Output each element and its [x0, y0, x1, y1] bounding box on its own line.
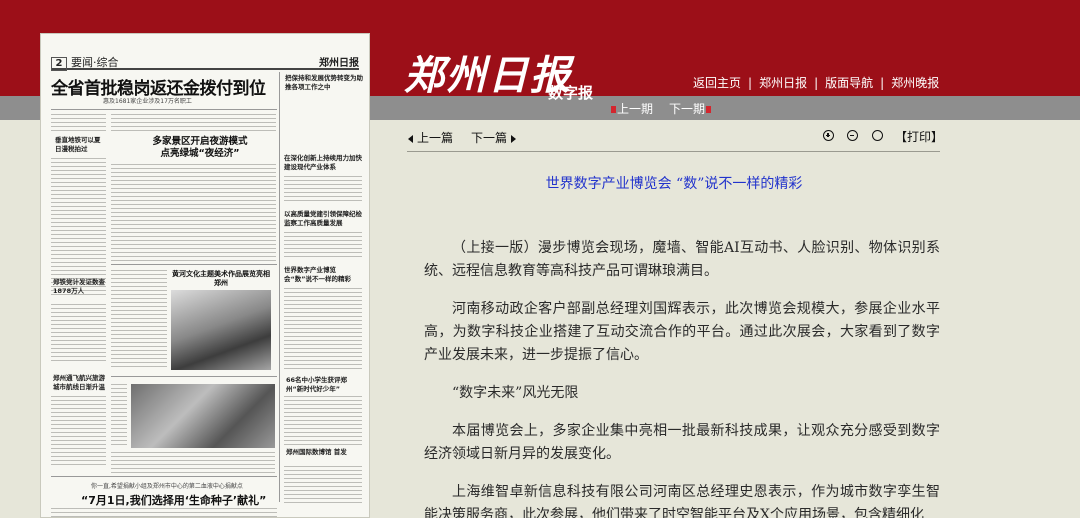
page-section: 要闻·综合 [71, 56, 119, 69]
text-block [284, 288, 362, 370]
text-block [111, 164, 276, 262]
text-block [111, 384, 127, 448]
article-headline[interactable]: 多家景区开启夜游模式 点亮绿城“夜经济” [125, 136, 275, 160]
side-headline[interactable]: 把保持和发展优势转变为助推各项工作之中 [285, 74, 363, 92]
zoom-reset-icon[interactable] [872, 130, 883, 141]
nav-separator: | [814, 76, 819, 90]
text-block [51, 508, 277, 517]
article-headline[interactable]: 66名中小学生获评郑州“新时代好少年” [286, 376, 364, 394]
nav-zzrb-link[interactable]: 郑州日报 [759, 76, 807, 90]
text-block [284, 466, 362, 506]
article-title: 世界数字产业博览会 “数”说不一样的精彩 [545, 176, 803, 192]
site-logo[interactable]: 郑州日报 [404, 52, 572, 100]
text-block [111, 270, 167, 370]
article-body: （上接一版）漫步博览会现场，魔墙、智能AI互动书、人脸识别、物体识别系统、远程信… [424, 237, 940, 518]
text-block [284, 176, 362, 204]
nav-separator: | [748, 76, 753, 90]
article-paragraph: （上接一版）漫步博览会现场，魔墙、智能AI互动书、人脸识别、物体识别系统、远程信… [424, 240, 940, 279]
article-headline[interactable]: 垂直地铁可以夏日漫税拍过 [55, 136, 105, 154]
print-button[interactable]: 【打印】 [895, 128, 943, 145]
article-headline[interactable]: 世界数字产业博览会“数”说不一样的精彩 [284, 266, 364, 284]
next-article-link[interactable]: 下一篇 [471, 129, 517, 146]
column-rule [279, 72, 280, 502]
prev-article-link[interactable]: 上一篇 [408, 129, 453, 146]
article-paragraph: 上海维智卓新信息科技有限公司河南区总经理史恩表示，作为城市数字孪生智能决策服务商… [424, 484, 940, 518]
prev-issue-label: 上一期 [617, 102, 654, 116]
article-paragraph: 河南移动政企客户部副总经理刘国辉表示，此次博览会规模大，参展企业水平高，为数字科… [424, 301, 940, 363]
section-rule [111, 376, 277, 377]
next-article-label: 下一篇 [471, 131, 508, 145]
text-block [111, 452, 275, 474]
triangle-right-icon [511, 134, 517, 143]
top-navigation: 返回主页 | 郑州日报 | 版面导航 | 郑州晚报 [693, 74, 939, 91]
prev-issue-link[interactable]: 上一期 [610, 100, 653, 117]
section-rule [111, 264, 277, 265]
text-block [51, 114, 106, 132]
page-brand: 郑州日报 [319, 58, 359, 69]
article-headline[interactable]: 在深化创新上持续用力加快建设现代产业体系 [284, 154, 364, 172]
bottom-article-headline[interactable]: “7月1日,我们选择用‘生命种子’献礼” [81, 492, 266, 508]
text-block [51, 304, 106, 364]
section-rule [51, 476, 277, 477]
toolbar-divider [407, 151, 940, 152]
text-block [284, 232, 362, 258]
triangle-left-icon [408, 134, 413, 143]
page-header: 2 要闻·综合 郑州日报 [51, 54, 359, 71]
nav-home-link[interactable]: 返回主页 [693, 76, 741, 90]
prev-article-label: 上一篇 [417, 131, 454, 145]
newspaper-page-thumbnail[interactable]: 2 要闻·综合 郑州日报 全省首批稳岗返还金拨付到位 惠及1681家企业涉及17万… [40, 33, 370, 518]
exhibition-photo[interactable] [171, 290, 271, 370]
prev-issue-marker-icon [611, 106, 616, 113]
nav-layout-link[interactable]: 版面导航 [825, 76, 873, 90]
nav-zzwb-link[interactable]: 郑州晚报 [891, 76, 939, 90]
next-issue-link[interactable]: 下一期 [669, 100, 712, 117]
zoom-in-icon[interactable] [823, 130, 834, 141]
text-block [284, 396, 362, 446]
page-headline-sub: 惠及1681家企业涉及17万名职工 [103, 98, 192, 105]
article-headline[interactable]: 黄河文化主题美术作品展览亮相郑州 [171, 270, 271, 288]
article-paragraph: 本届博览会上，多家企业集中亮相一批最新科技成果，让观众充分感受到数字经济领域日新… [424, 423, 940, 462]
article-headline[interactable]: 以高质量党建引领保障纪检监察工作高质量发展 [284, 210, 364, 228]
nav-separator: | [880, 76, 885, 90]
bottom-article-kicker: 你一直,希望捐献小组及郑州市中心的第二血液中心捐献点 [91, 483, 243, 490]
zoom-out-icon[interactable] [847, 130, 858, 141]
next-issue-marker-icon [706, 106, 712, 113]
news-photo[interactable] [131, 384, 275, 448]
text-block [51, 158, 106, 298]
article-headline[interactable]: 郑州通飞航兴旅游城市航线日渐升温 [53, 374, 105, 392]
article-headline[interactable]: 郑州国际数博馆 首发 [286, 448, 364, 457]
article-subheading: “数字未来”风光无限 [452, 385, 579, 401]
page-number: 2 [51, 57, 67, 71]
text-block [111, 114, 276, 132]
article-headline[interactable]: 郑铁党计发证数查1878万人 [53, 278, 105, 296]
next-issue-label: 下一期 [669, 102, 706, 116]
text-block [51, 396, 106, 468]
section-rule [51, 109, 277, 110]
site-logo-subtitle: 数字报 [548, 84, 594, 102]
